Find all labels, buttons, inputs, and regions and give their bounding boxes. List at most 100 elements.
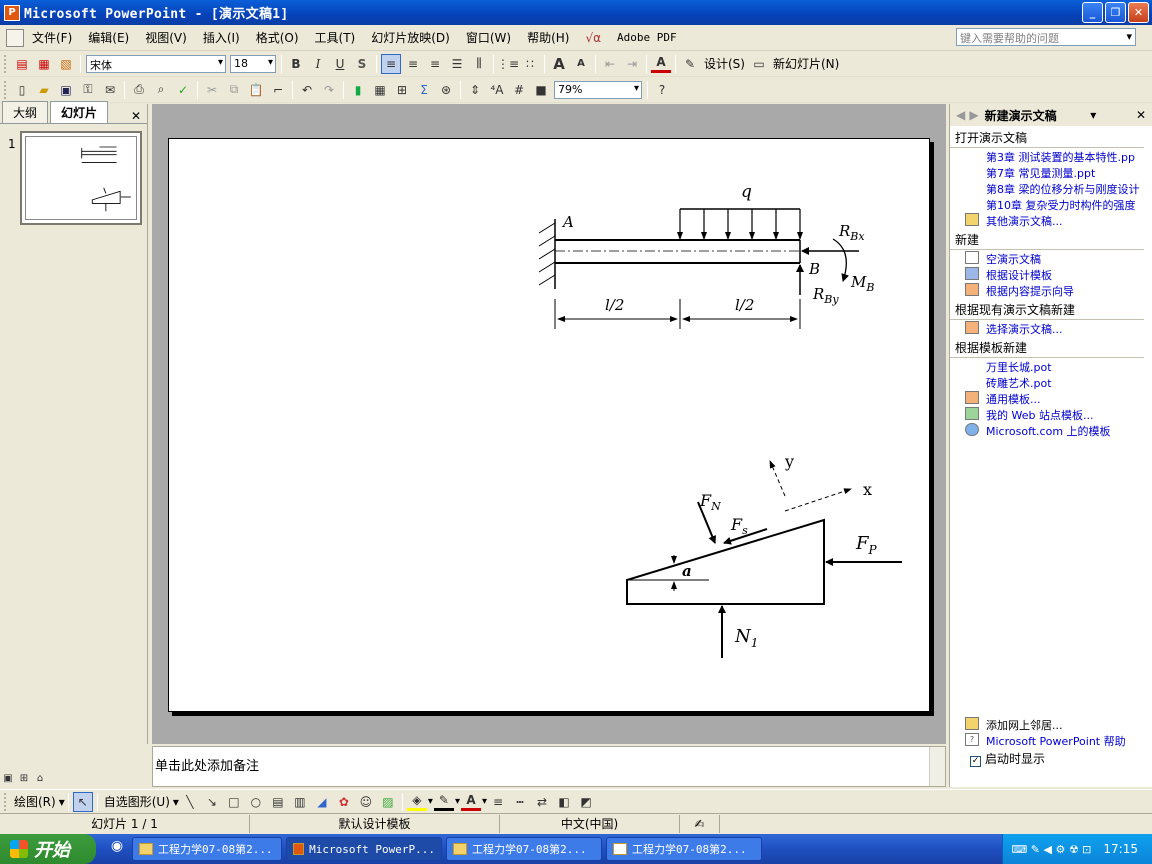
expand-all-icon[interactable]: ⇕ — [465, 80, 485, 100]
font-size-combo[interactable]: 18 — [230, 54, 276, 73]
color-grayscale-icon[interactable]: ■ — [531, 80, 551, 100]
bold-button[interactable]: B — [286, 54, 306, 74]
microsoft-templates-link[interactable]: Microsoft.com 上的模板 — [950, 422, 1152, 438]
copy-icon[interactable]: ⧉ — [224, 80, 244, 100]
rectangle-tool-icon[interactable]: □ — [224, 792, 244, 812]
tray-icons[interactable]: ⌨ ✎ ◀ ⚙ ☢ ⊡ — [1011, 843, 1091, 856]
line-tool-icon[interactable]: ╲ — [180, 792, 200, 812]
clipart-icon[interactable]: ☺ — [356, 792, 376, 812]
template-link[interactable]: 万里长城.pot — [950, 358, 1152, 374]
decrease-indent-icon[interactable]: ⇤ — [600, 54, 620, 74]
show-formatting-icon[interactable]: ⁴A — [487, 80, 507, 100]
new-slide-button[interactable]: 新幻灯片(N) — [770, 55, 842, 72]
menu-adobe-pdf[interactable]: Adobe PDF — [609, 31, 685, 44]
slide-sorter-icon[interactable]: ⊞ — [17, 772, 31, 786]
fill-color-icon[interactable]: ◈ — [406, 793, 427, 811]
menu-window[interactable]: 窗口(W) — [458, 29, 519, 46]
recent-file-link[interactable]: 第8章 梁的位移分析与刚度设计 — [950, 180, 1152, 196]
document-icon[interactable] — [6, 28, 24, 47]
design-icon[interactable]: ✎ — [680, 54, 700, 74]
increase-font-icon[interactable]: A — [549, 54, 569, 74]
picture-icon[interactable]: ▨ — [378, 792, 398, 812]
restore-button[interactable]: ❐ — [1105, 2, 1126, 23]
arrow-tool-icon[interactable]: ↘ — [202, 792, 222, 812]
design-template-link[interactable]: 根据设计模板 — [950, 266, 1152, 282]
sum-icon[interactable]: Σ — [414, 80, 434, 100]
toolbar-grip[interactable] — [4, 792, 7, 811]
format-painter-icon[interactable]: ⌐ — [268, 80, 288, 100]
menu-insert[interactable]: 插入(I) — [195, 29, 248, 46]
autoshapes-dropdown-icon[interactable]: ▾ — [173, 795, 179, 809]
notes-scrollbar[interactable] — [929, 747, 945, 786]
spelling-status-icon[interactable]: ✍ — [680, 814, 720, 833]
slideshow-icon[interactable]: ⌂ — [33, 772, 47, 786]
align-right-icon[interactable]: ≡ — [425, 54, 445, 74]
email-icon[interactable]: ✉ — [100, 80, 120, 100]
arrow-style-icon[interactable]: ⇄ — [532, 792, 552, 812]
font-color-icon[interactable]: A — [651, 55, 671, 73]
shadow-style-icon[interactable]: ◧ — [554, 792, 574, 812]
textbox-tool-icon[interactable]: ▤ — [268, 792, 288, 812]
template-link[interactable]: 砖雕艺术.pot — [950, 374, 1152, 390]
select-pointer-icon[interactable]: ↖ — [72, 791, 93, 812]
slide-thumbnail[interactable] — [20, 131, 142, 225]
blank-presentation-link[interactable]: 空演示文稿 — [950, 250, 1152, 266]
menu-tools[interactable]: 工具(T) — [307, 29, 364, 46]
justify-icon[interactable]: ☰ — [447, 54, 467, 74]
powerpoint-app-icon[interactable]: P — [4, 4, 20, 21]
show-at-startup-checkbox[interactable]: ✓ — [970, 756, 981, 767]
task-pane-close-icon[interactable]: ✕ — [1136, 108, 1146, 122]
align-center-icon[interactable]: ≡ — [403, 54, 423, 74]
shadow-button[interactable]: S — [352, 54, 372, 74]
wordart-icon[interactable]: ◢ — [312, 792, 332, 812]
choose-presentation-link[interactable]: 选择演示文稿... — [950, 320, 1152, 336]
taskbar-button-powerpoint[interactable]: Microsoft PowerP... — [286, 837, 442, 861]
start-button[interactable]: 开始 — [0, 834, 96, 864]
underline-button[interactable]: U — [330, 54, 350, 74]
help-icon[interactable]: ? — [652, 80, 672, 100]
draw-dropdown-icon[interactable]: ▾ — [59, 795, 65, 809]
new-icon[interactable]: ▯ — [12, 80, 32, 100]
help-search-input[interactable]: 键入需要帮助的问题 — [956, 28, 1136, 46]
undo-icon[interactable]: ↶ — [297, 80, 317, 100]
font-name-combo[interactable]: 宋体 — [86, 54, 226, 73]
close-button[interactable]: ✕ — [1128, 2, 1149, 23]
taskbar-button-word[interactable]: 工程力学07-08第2... — [606, 837, 762, 861]
taskbar-button-folder[interactable]: 工程力学07-08第2... — [446, 837, 602, 861]
pdf-mail-icon[interactable]: ▦ — [34, 54, 54, 74]
tables-borders-icon[interactable]: ⊞ — [392, 80, 412, 100]
menu-edit[interactable]: 编辑(E) — [80, 29, 137, 46]
recent-file-link[interactable]: 第7章 常见量测量.ppt — [950, 164, 1152, 180]
line-color-icon[interactable]: ✎ — [433, 793, 454, 811]
pdf-review-icon[interactable]: ▧ — [56, 54, 76, 74]
permission-icon[interactable]: ⚿ — [78, 80, 98, 100]
insert-table-icon[interactable]: ▦ — [370, 80, 390, 100]
pdf-icon[interactable]: ▤ — [12, 54, 32, 74]
task-pane-menu-icon[interactable]: ▾ — [1090, 108, 1096, 122]
recent-file-link[interactable]: 第3章 测试装置的基本特性.pp — [950, 148, 1152, 164]
slide-canvas[interactable]: q A B RBx RBy MB l/2 l/2 y x FN Fs FP N1… — [168, 138, 930, 712]
diagram-icon[interactable]: ✿ — [334, 792, 354, 812]
autocontent-wizard-link[interactable]: 根据内容提示向导 — [950, 282, 1152, 298]
minimize-button[interactable]: _ — [1082, 2, 1103, 23]
autoshapes-menu-button[interactable]: 自选图形(U) — [101, 793, 173, 810]
fill-color-dropdown-icon[interactable]: ▾ — [428, 796, 433, 807]
cut-icon[interactable]: ✂ — [202, 80, 222, 100]
hyperlink-icon[interactable]: ⊛ — [436, 80, 456, 100]
menu-format[interactable]: 格式(O) — [248, 29, 307, 46]
line-style-icon[interactable]: ≡ — [488, 792, 508, 812]
draw-menu-button[interactable]: 绘图(R) — [11, 793, 59, 810]
grid-icon[interactable]: # — [509, 80, 529, 100]
redo-icon[interactable]: ↷ — [319, 80, 339, 100]
zoom-combo[interactable]: 79% — [554, 80, 642, 99]
general-templates-link[interactable]: 通用模板... — [950, 390, 1152, 406]
dash-style-icon[interactable]: ┅ — [510, 792, 530, 812]
print-preview-icon[interactable]: ⌕ — [151, 80, 171, 100]
toolbar-grip[interactable] — [4, 54, 7, 73]
numbering-icon[interactable]: ⋮≡ — [497, 54, 519, 74]
close-pane-icon[interactable]: ✕ — [131, 109, 141, 123]
equation-icon[interactable]: √α — [577, 31, 609, 45]
paste-icon[interactable]: 📋 — [246, 80, 266, 100]
open-icon[interactable]: ▰ — [34, 80, 54, 100]
bullets-icon[interactable]: ∷ — [520, 54, 540, 74]
